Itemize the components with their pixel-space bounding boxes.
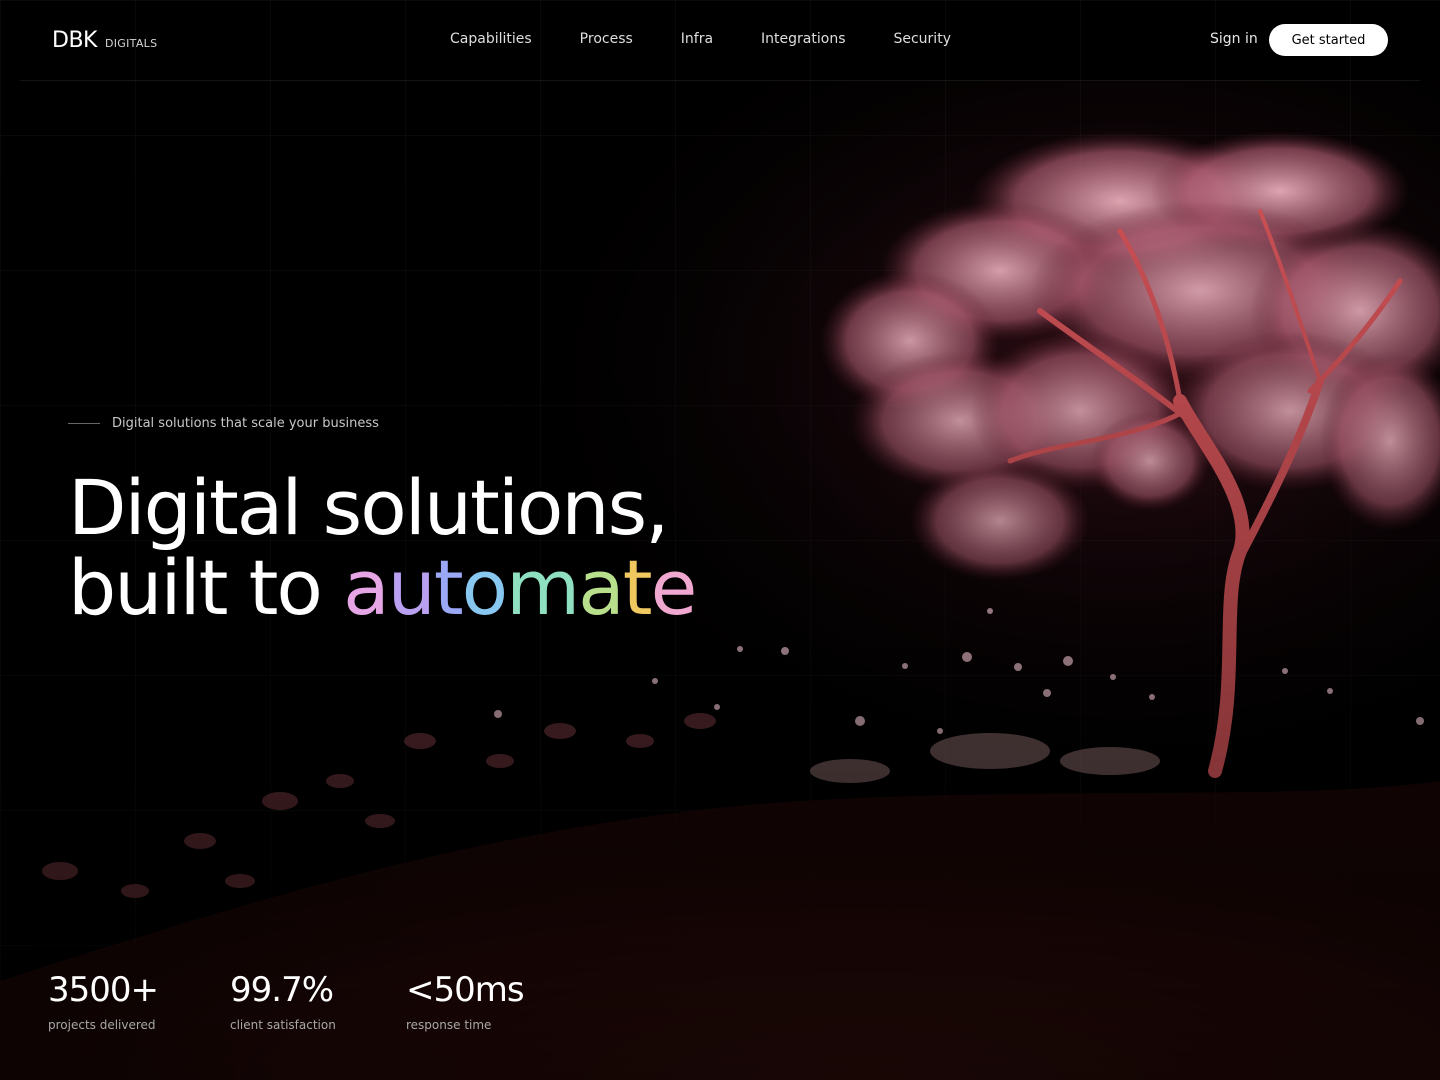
stat-label: client satisfaction xyxy=(230,1018,336,1032)
eyebrow-text: Digital solutions that scale your busine… xyxy=(112,416,379,431)
primary-nav: Capabilities Process Infra Integrations … xyxy=(450,31,999,47)
accent-letter: t xyxy=(622,543,653,632)
sign-in-link[interactable]: Sign in xyxy=(1210,31,1258,47)
accent-letter: u xyxy=(387,543,436,632)
nav-link-security[interactable]: Security xyxy=(893,31,951,47)
stat-value: 99.7% xyxy=(230,970,334,1010)
top-navigation: DBK DIGITALS Capabilities Process Infra … xyxy=(20,0,1420,81)
stat-response-time: <50ms response time xyxy=(406,970,525,1032)
accent-letter: e xyxy=(650,543,698,632)
accent-letter: t xyxy=(433,543,464,632)
eyebrow-divider xyxy=(68,423,100,424)
nav-link-process[interactable]: Process xyxy=(580,31,633,47)
hero-eyebrow: Digital solutions that scale your busine… xyxy=(68,416,379,431)
accent-letter: m xyxy=(506,543,580,632)
stat-label: response time xyxy=(406,1018,492,1032)
stat-label: projects delivered xyxy=(48,1018,156,1032)
headline-accent-word: automate xyxy=(343,543,698,632)
brand-name: DBK xyxy=(52,28,97,53)
hero-headline: Digital solutions, built to automate xyxy=(68,468,697,628)
accent-letter: o xyxy=(461,543,508,632)
headline-line-2-prefix: built to xyxy=(68,543,344,632)
accent-letter: a xyxy=(343,543,390,632)
get-started-button[interactable]: Get started xyxy=(1269,24,1388,56)
accent-letter: a xyxy=(578,543,625,632)
stat-projects: 3500+ projects delivered xyxy=(48,970,159,1032)
nav-link-capabilities[interactable]: Capabilities xyxy=(450,31,532,47)
headline-line-1: Digital solutions, xyxy=(68,463,669,552)
stat-satisfaction: 99.7% client satisfaction xyxy=(230,970,336,1032)
nav-link-infra[interactable]: Infra xyxy=(681,31,713,47)
nav-link-integrations[interactable]: Integrations xyxy=(761,31,845,47)
headline-line-2: built to automate xyxy=(68,548,697,628)
stat-value: <50ms xyxy=(406,970,525,1010)
brand-logo[interactable]: DBK DIGITALS xyxy=(52,28,157,53)
stat-value: 3500+ xyxy=(48,970,159,1010)
brand-subtitle: DIGITALS xyxy=(104,37,158,50)
